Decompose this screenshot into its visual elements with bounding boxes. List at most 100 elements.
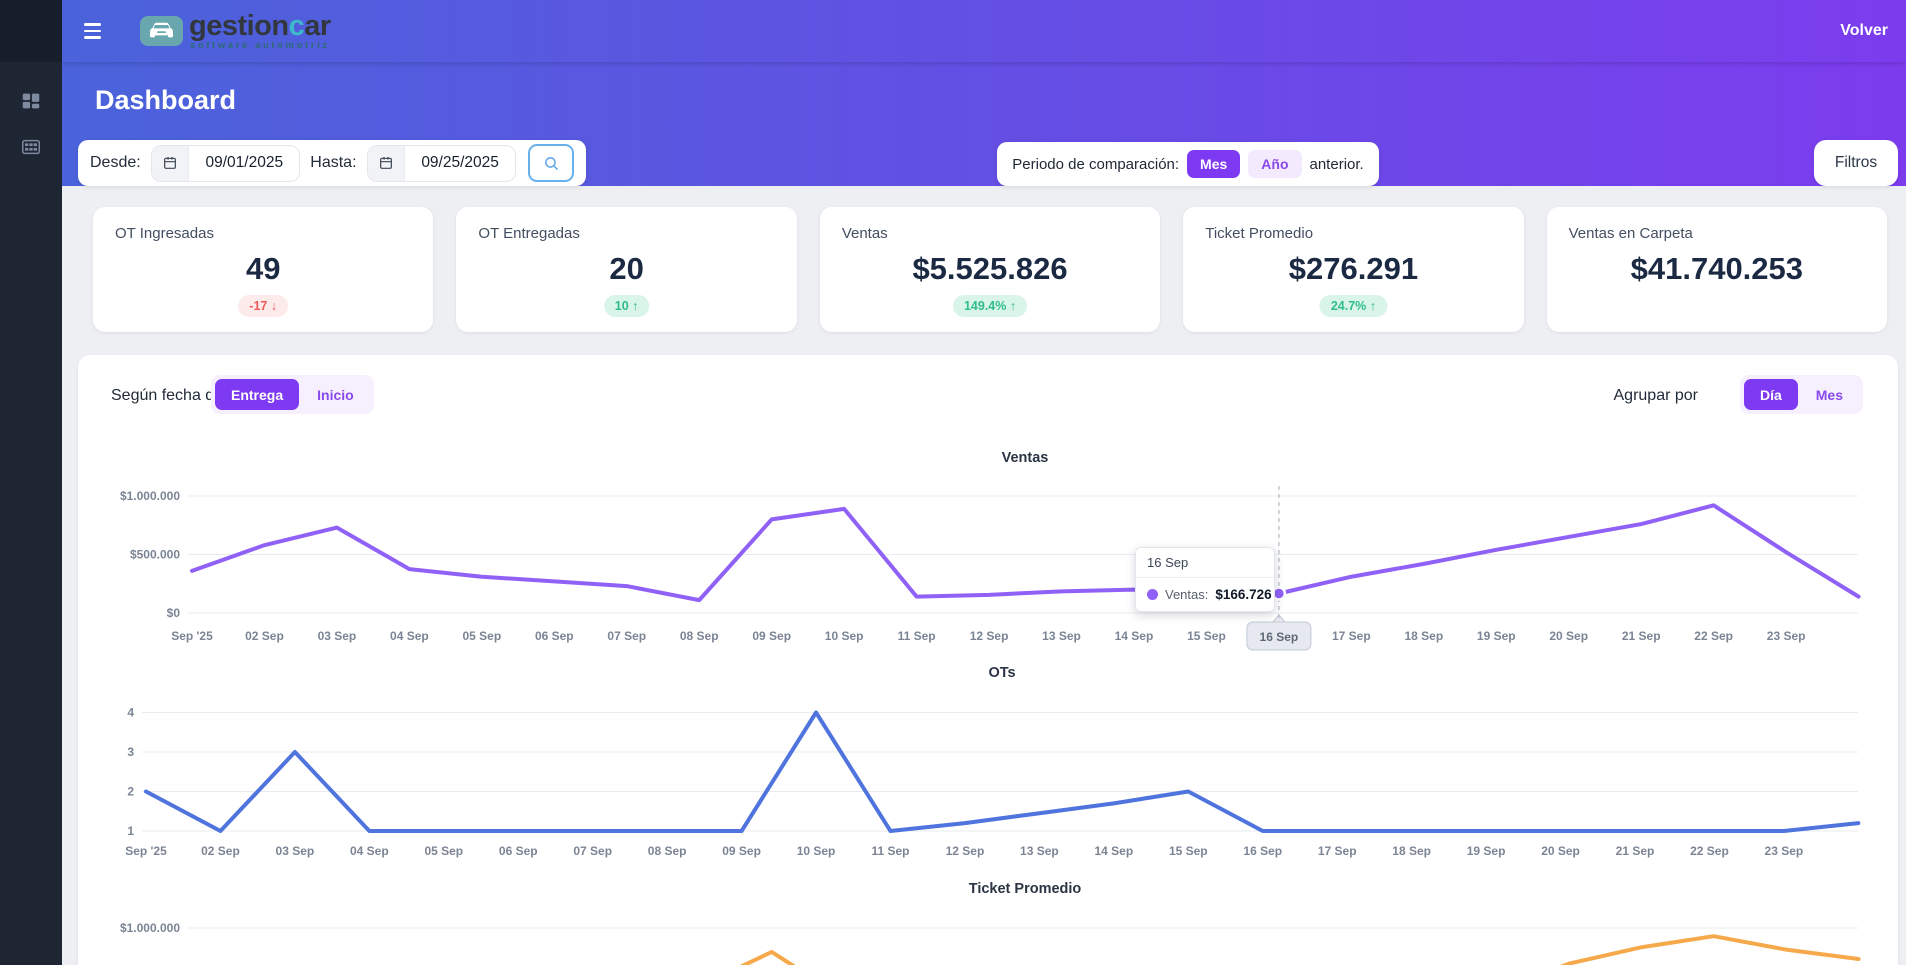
tooltip-series-label: Ventas: <box>1165 587 1208 602</box>
tooltip-value: $166.726 <box>1215 587 1271 602</box>
x-axis-label: 03 Sep <box>276 844 315 858</box>
date-filter-bar: Desde: Hasta: <box>78 140 586 186</box>
ots-chart-title: OTs <box>988 665 1015 681</box>
x-axis-label: 12 Sep <box>970 629 1009 643</box>
x-axis-label: 16 Sep <box>1243 844 1282 858</box>
to-date-group <box>367 145 517 182</box>
top-bar: gestioncar software automotriz Volver <box>62 0 1906 62</box>
y-axis-label: 2 <box>127 785 134 799</box>
sidebar <box>0 0 62 965</box>
x-axis-label: 17 Sep <box>1318 844 1357 858</box>
to-date-input[interactable] <box>405 154 515 172</box>
sidebar-item-dashboard[interactable] <box>0 78 62 124</box>
y-axis-label: 4 <box>127 706 134 720</box>
kpi-card-ot-ingresadas: OT Ingresadas 49 -17 ↓ <box>93 207 433 332</box>
x-axis-label: 19 Sep <box>1477 629 1516 643</box>
dashboard-page: gestioncar software automotriz Volver Da… <box>0 0 1906 965</box>
hamburger-icon <box>84 23 101 25</box>
menu-button[interactable] <box>84 20 110 42</box>
y-axis-label: 1 <box>127 824 134 838</box>
sidebar-item-tables[interactable] <box>0 124 62 170</box>
calendar-icon[interactable] <box>368 146 406 181</box>
x-axis-label: 11 Sep <box>898 629 936 643</box>
comparison-period-box: Periodo de comparación: Mes Año anterior… <box>997 142 1379 186</box>
x-axis-label: 19 Sep <box>1467 844 1506 858</box>
kpi-card-ventas: Ventas $5.525.826 149.4% ↑ <box>820 207 1160 332</box>
from-date-input[interactable] <box>189 154 299 172</box>
chart-tooltip: 16 Sep Ventas: $166.726 <box>1135 547 1275 612</box>
search-button[interactable] <box>528 144 574 182</box>
to-label: Hasta: <box>310 154 356 172</box>
logo-wordmark: gestioncar <box>189 11 331 41</box>
kpi-card-ticket-promedio: Ticket Promedio $276.291 24.7% ↑ <box>1183 207 1523 332</box>
ventas-chart-title: Ventas <box>1002 450 1049 466</box>
sidebar-header <box>0 0 62 62</box>
x-axis-label: Sep '25 <box>171 629 213 643</box>
x-axis-label: 23 Sep <box>1767 629 1806 643</box>
x-axis-label: 21 Sep <box>1622 629 1661 643</box>
x-axis-label: 20 Sep <box>1541 844 1580 858</box>
x-axis-label: 21 Sep <box>1616 844 1655 858</box>
x-axis-label: 06 Sep <box>535 629 574 643</box>
x-axis-label: 22 Sep <box>1694 629 1733 643</box>
y-axis-label: $500.000 <box>130 548 180 562</box>
x-axis-label: 12 Sep <box>946 844 985 858</box>
filtros-button[interactable]: Filtros <box>1814 140 1898 186</box>
x-axis-label: 05 Sep <box>424 844 463 858</box>
logo[interactable]: gestioncar software automotriz <box>140 11 331 51</box>
ticket_promedio-line <box>192 936 1859 965</box>
x-axis-label: 09 Sep <box>752 629 791 643</box>
x-axis-label: 13 Sep <box>1020 844 1059 858</box>
x-axis-label: 15 Sep <box>1169 844 1208 858</box>
car-icon <box>140 16 183 46</box>
kpi-card-ventas-en-carpeta: Ventas en Carpeta $41.740.253 <box>1547 207 1887 332</box>
x-axis-label: 14 Sep <box>1094 844 1133 858</box>
y-axis-label: 3 <box>127 745 134 759</box>
charts-svg: Ventas$1.000.000$500.000$0Sep '2502 Sep0… <box>78 355 1898 965</box>
x-axis-label: 15 Sep <box>1187 629 1226 643</box>
charts-panel: Según fecha de Entrega Inicio Agrupar po… <box>78 355 1898 965</box>
calendar-icon[interactable] <box>152 146 190 181</box>
comparison-ano-button[interactable]: Año <box>1248 150 1301 178</box>
status-badge: 24.7% ↑ <box>1320 295 1387 317</box>
search-icon <box>543 155 560 172</box>
from-date-group <box>151 145 301 182</box>
x-axis-label: 07 Sep <box>607 629 646 643</box>
x-axis-label: 05 Sep <box>462 629 501 643</box>
comparison-suffix: anterior. <box>1310 156 1364 173</box>
y-axis-label: $1.000.000 <box>120 489 180 503</box>
x-axis-label: 08 Sep <box>680 629 719 643</box>
x-axis-label: 04 Sep <box>390 629 429 643</box>
page-title: Dashboard <box>95 85 1906 116</box>
logo-subtitle: software automotriz <box>190 40 330 51</box>
tooltip-date: 16 Sep <box>1136 548 1274 578</box>
series-dot-icon <box>1147 589 1158 600</box>
x-axis-label: 09 Sep <box>722 844 761 858</box>
x-axis-label: 03 Sep <box>318 629 357 643</box>
comparison-mes-button[interactable]: Mes <box>1187 150 1240 178</box>
x-axis-label: 22 Sep <box>1690 844 1729 858</box>
x-axis-label: 11 Sep <box>871 844 909 858</box>
x-axis-label: 23 Sep <box>1765 844 1804 858</box>
x-axis-label: 02 Sep <box>245 629 284 643</box>
x-axis-label: 06 Sep <box>499 844 538 858</box>
x-axis-label: 17 Sep <box>1332 629 1371 643</box>
ots-line <box>146 713 1858 832</box>
x-axis-label: 14 Sep <box>1115 629 1154 643</box>
ventas-line <box>192 505 1859 600</box>
dashboard-grid-icon <box>20 90 42 112</box>
x-axis-label: 13 Sep <box>1042 629 1081 643</box>
status-badge: 10 ↑ <box>604 295 650 317</box>
ticket_promedio-chart-title: Ticket Promedio <box>969 881 1082 897</box>
x-axis-label: Sep '25 <box>125 844 167 858</box>
back-link[interactable]: Volver <box>1840 22 1888 40</box>
comparison-label: Periodo de comparación: <box>1012 156 1179 173</box>
table-icon <box>20 136 42 158</box>
kpi-row: OT Ingresadas 49 -17 ↓ OT Entregadas 20 … <box>93 207 1887 332</box>
x-axis-label: 20 Sep <box>1549 629 1588 643</box>
status-badge: -17 ↓ <box>238 295 288 317</box>
highlighted-x-label: 16 Sep <box>1260 630 1299 644</box>
x-axis-label: 04 Sep <box>350 844 389 858</box>
kpi-card-ot-entregadas: OT Entregadas 20 10 ↑ <box>456 207 796 332</box>
y-axis-label: $1.000.000 <box>120 921 180 935</box>
